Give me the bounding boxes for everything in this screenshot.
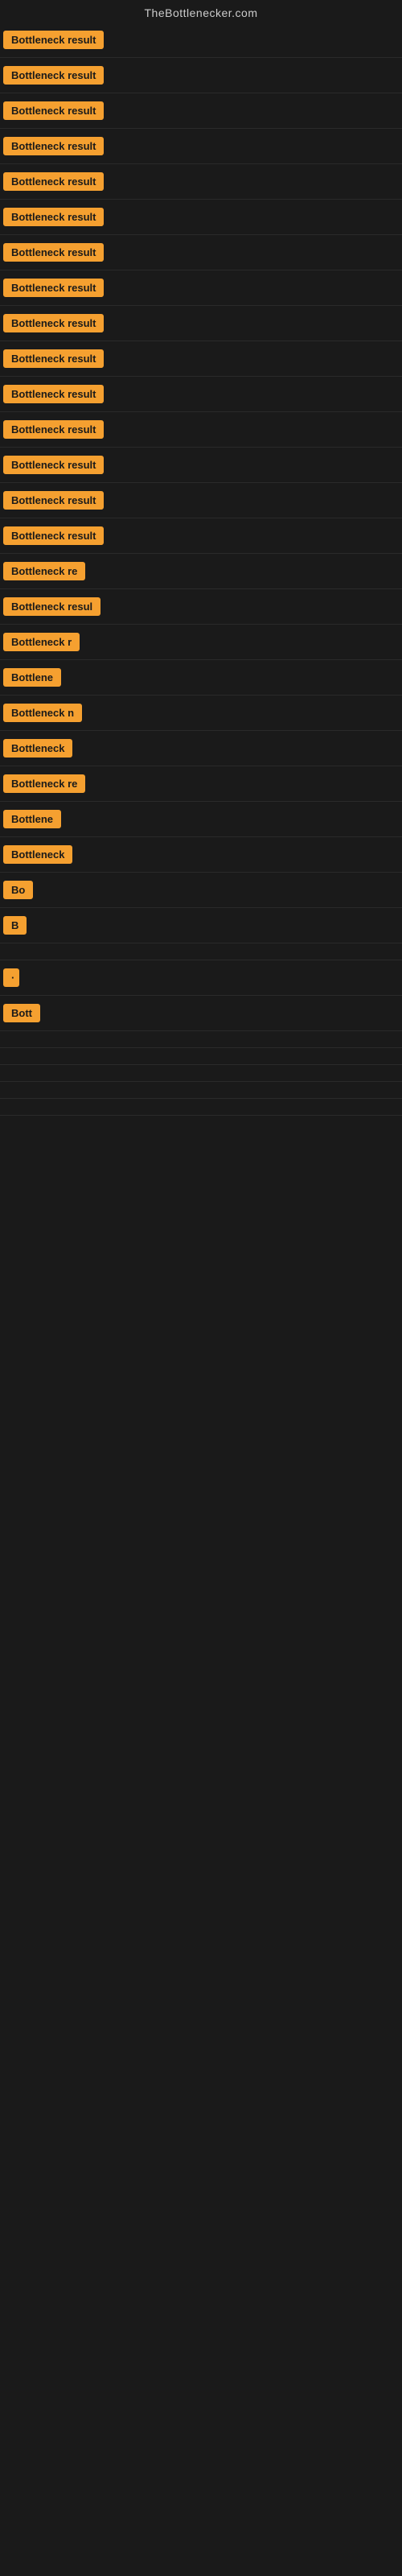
list-item: Bottleneck result [0,306,402,341]
bottleneck-result-badge: Bottleneck result [3,101,104,120]
bottleneck-result-badge: Bottleneck resul [3,597,100,616]
bottleneck-result-badge: Bottleneck result [3,137,104,155]
list-item: Bottleneck result [0,93,402,129]
list-item: B [0,908,402,943]
list-item [0,1031,402,1048]
bottleneck-result-badge: Bottleneck [3,739,72,758]
bottleneck-result-badge: Bottleneck result [3,66,104,85]
bottleneck-result-badge: Bottleneck r [3,633,80,651]
list-item: Bottleneck re [0,766,402,802]
list-item: Bottleneck result [0,448,402,483]
bottleneck-result-badge: Bottleneck result [3,243,104,262]
bottleneck-result-badge: Bottleneck re [3,562,85,580]
bottleneck-result-badge: Bottleneck n [3,704,82,722]
list-item [0,943,402,960]
bottleneck-result-badge: Bott [3,1004,40,1022]
list-item: Bottleneck r [0,625,402,660]
list-item: Bottleneck result [0,412,402,448]
list-item: Bottleneck result [0,518,402,554]
bottleneck-result-badge: Bottleneck result [3,172,104,191]
list-item: Bo [0,873,402,908]
list-item: Bottleneck result [0,235,402,270]
list-item: Bottleneck re [0,554,402,589]
list-item: Bottleneck result [0,164,402,200]
site-header: TheBottlenecker.com [0,0,402,23]
bottleneck-result-badge: · [3,968,19,987]
bottleneck-result-badge: Bottlene [3,668,61,687]
bottleneck-result-badge: Bottleneck [3,845,72,864]
list-item [0,1065,402,1082]
bottleneck-result-badge: Bottleneck result [3,420,104,439]
list-item: Bottleneck [0,731,402,766]
list-item: Bottleneck [0,837,402,873]
bottleneck-result-badge: Bottleneck result [3,456,104,474]
list-item: · [0,960,402,996]
list-item: Bottleneck result [0,270,402,306]
list-item: Bottlene [0,660,402,696]
bottleneck-result-badge: Bottleneck result [3,491,104,510]
list-item: Bottleneck result [0,483,402,518]
list-item: Bott [0,996,402,1031]
list-item: Bottleneck result [0,377,402,412]
list-item: Bottleneck resul [0,589,402,625]
bottleneck-result-badge: Bo [3,881,33,899]
bottleneck-result-badge: Bottleneck result [3,349,104,368]
bottleneck-result-badge: Bottleneck result [3,385,104,403]
list-item: Bottleneck result [0,200,402,235]
list-item [0,1099,402,1116]
bottleneck-result-badge: Bottleneck result [3,314,104,332]
bottleneck-result-badge: B [3,916,27,935]
bottleneck-result-badge: Bottleneck result [3,526,104,545]
list-item [0,1082,402,1099]
list-item: Bottleneck result [0,58,402,93]
list-item: Bottlene [0,802,402,837]
bottleneck-result-badge: Bottlene [3,810,61,828]
bottleneck-result-badge: Bottleneck result [3,279,104,297]
list-item: Bottleneck result [0,341,402,377]
site-title: TheBottlenecker.com [144,6,257,19]
bottleneck-result-badge: Bottleneck re [3,774,85,793]
list-item [0,1048,402,1065]
list-item: Bottleneck result [0,129,402,164]
list-item: Bottleneck result [0,23,402,58]
bottleneck-result-badge: Bottleneck result [3,208,104,226]
bottleneck-result-badge: Bottleneck result [3,31,104,49]
list-item: Bottleneck n [0,696,402,731]
